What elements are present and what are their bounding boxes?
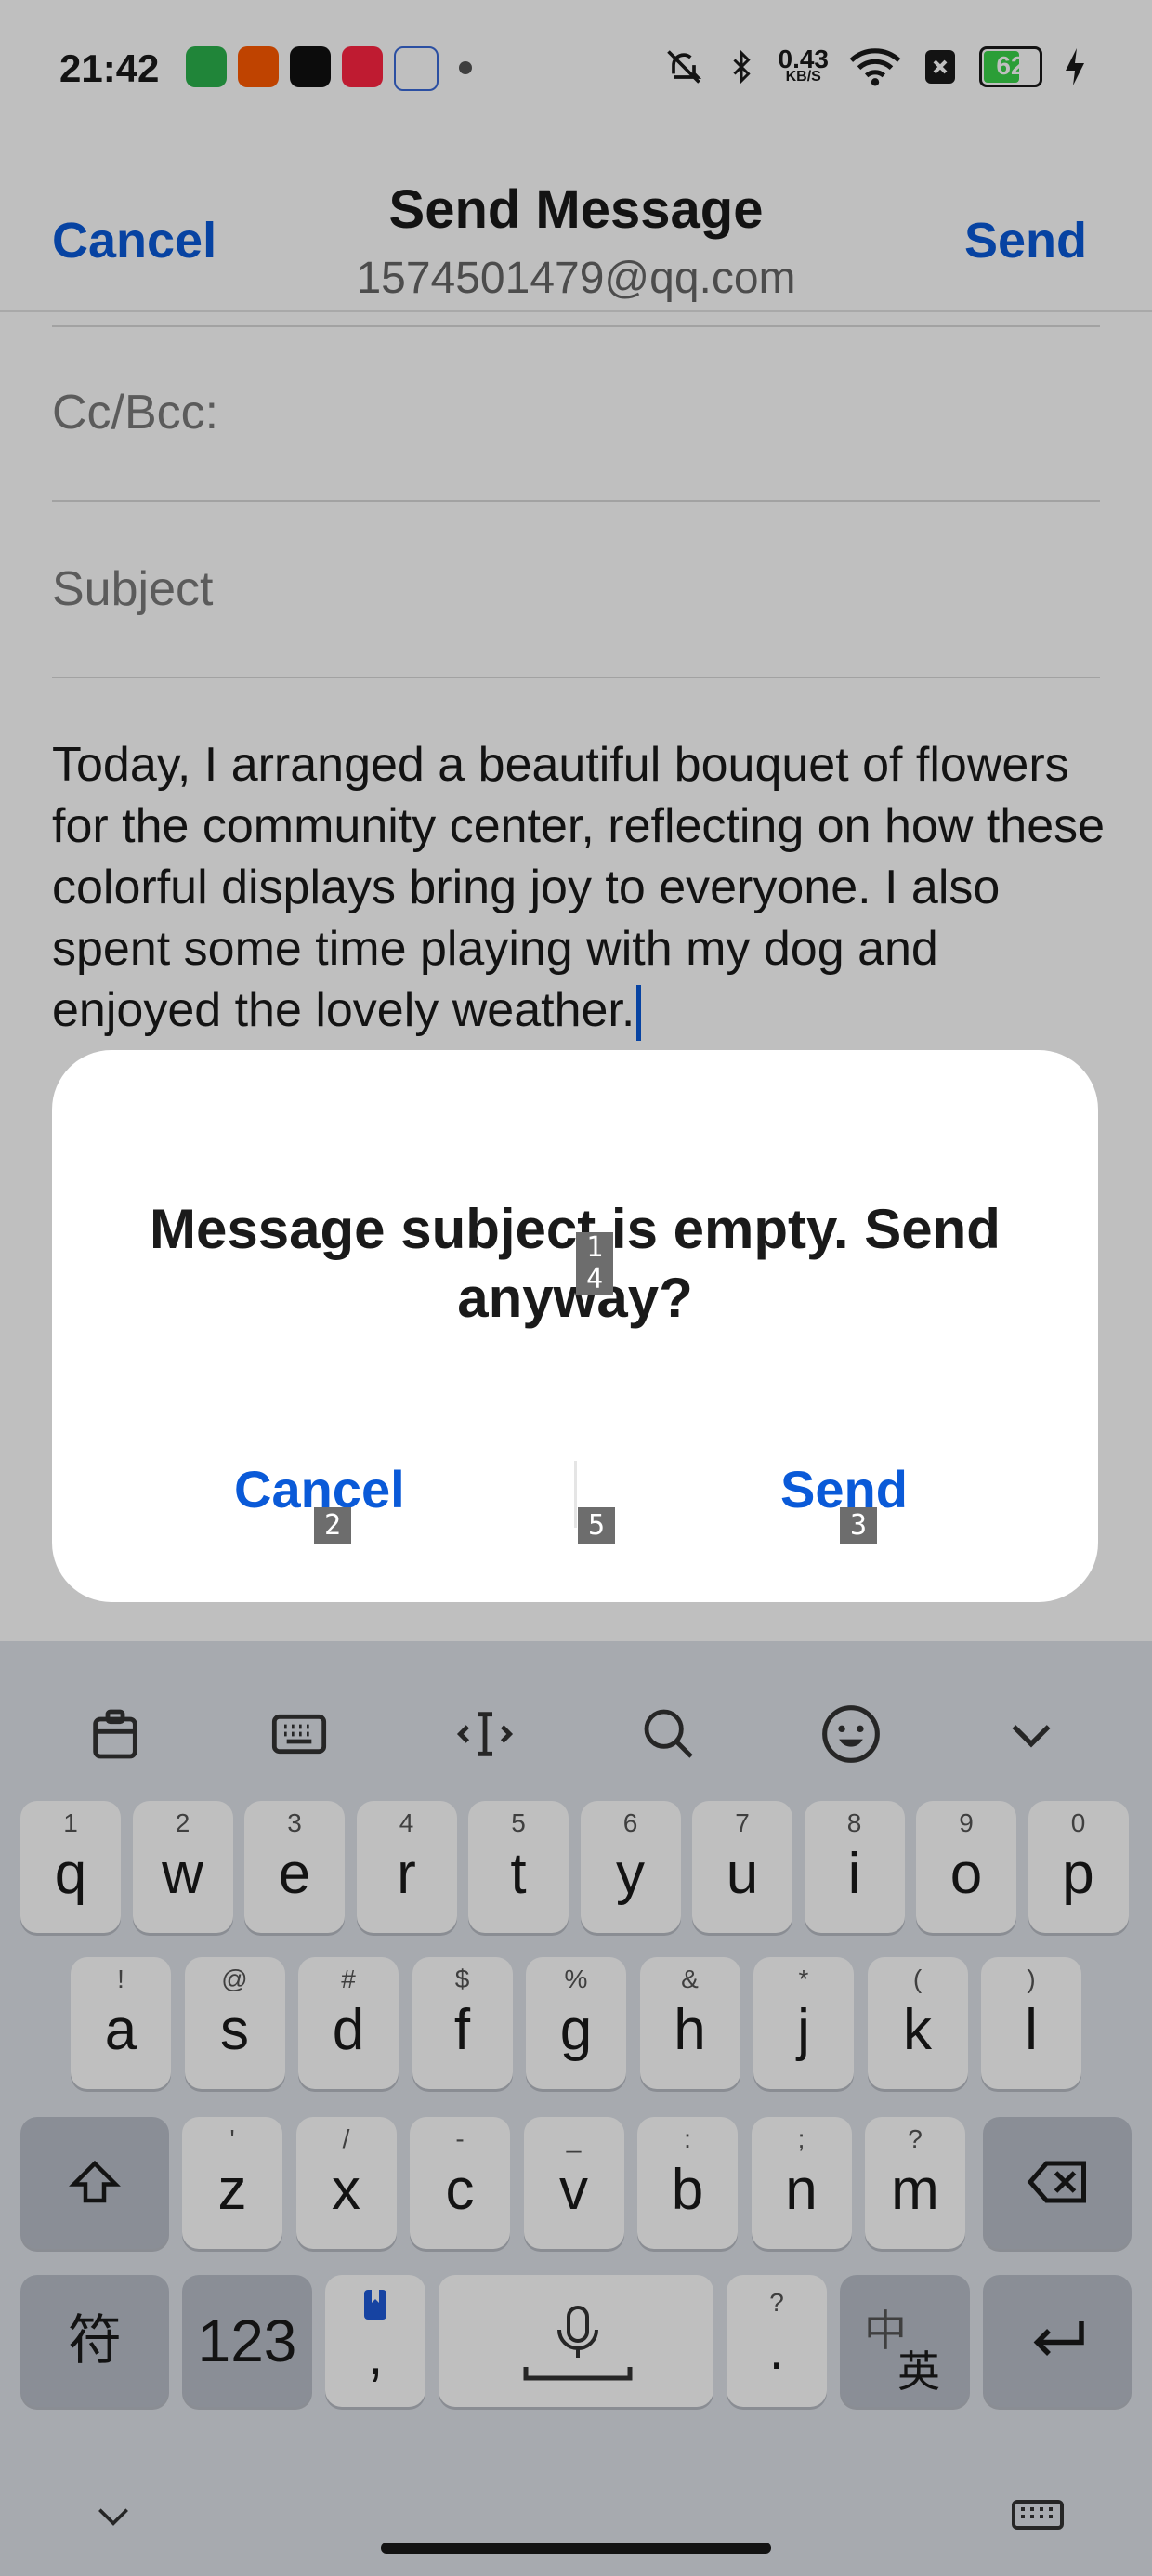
dialog-message: Message subject is empty. Send anyway? — [150, 1198, 1001, 1329]
marker-label: 4 — [576, 1264, 613, 1295]
marker-label: 1 — [576, 1232, 613, 1264]
empty-subject-dialog: Message subject is empty. Send anyway? C… — [52, 1050, 1098, 1602]
marker-label: 2 — [314, 1507, 351, 1544]
marker-label: 5 — [578, 1507, 615, 1544]
dialog-button-divider — [574, 1461, 577, 1528]
marker-label: 3 — [840, 1507, 877, 1544]
